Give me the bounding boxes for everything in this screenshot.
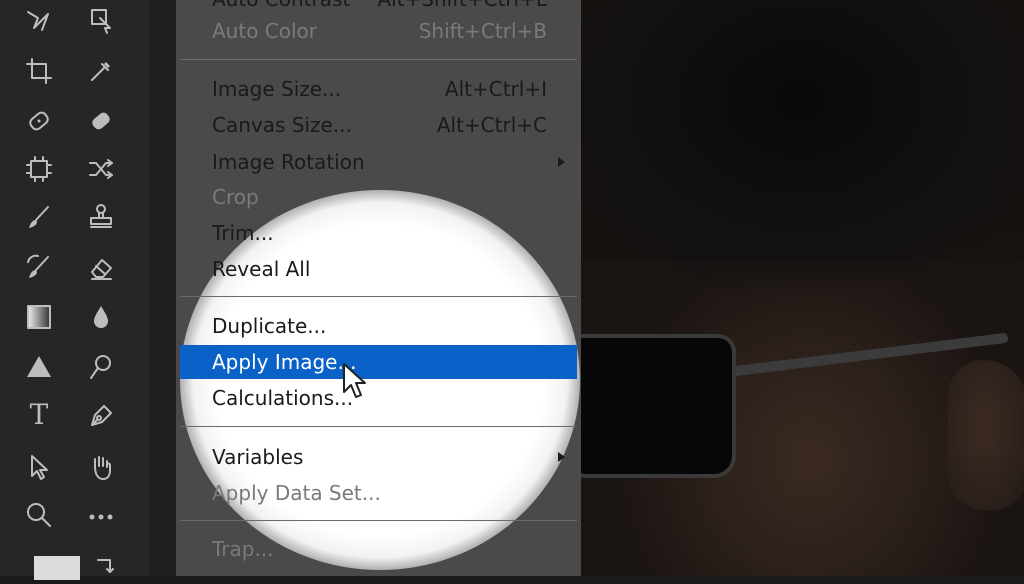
- menu-item-label: Canvas Size...: [212, 113, 352, 137]
- document-canvas[interactable]: [580, 0, 1024, 576]
- menu-item-label: Trim...: [212, 221, 274, 245]
- menu-item-duplicate[interactable]: Duplicate...: [180, 309, 577, 343]
- menu-item-label: Trap...: [212, 537, 274, 561]
- select-arrow-icon[interactable]: [22, 450, 56, 484]
- submenu-arrow-icon: [558, 157, 565, 167]
- hand-icon[interactable]: [84, 450, 118, 484]
- more-tools-icon[interactable]: [84, 500, 118, 534]
- bandage-icon[interactable]: [84, 104, 118, 138]
- crop-icon[interactable]: [22, 54, 56, 88]
- toolbar-divider: [150, 0, 176, 576]
- menu-item-apply-data-set[interactable]: Apply Data Set...: [180, 476, 577, 510]
- eyedropper-icon[interactable]: [84, 54, 118, 88]
- menu-separator: [180, 59, 577, 60]
- swap-colors-icon[interactable]: [88, 550, 122, 584]
- menu-item-label: Image Rotation: [212, 150, 365, 174]
- artboard-icon[interactable]: [84, 4, 118, 38]
- menu-item-label: Variables: [212, 445, 304, 469]
- foreground-color-swatch[interactable]: [34, 556, 80, 580]
- menu-item-label: Duplicate...: [212, 314, 327, 338]
- menu-item-auto-color[interactable]: Auto Color Shift+Ctrl+B: [180, 14, 577, 48]
- menu-item-label: Calculations...: [212, 386, 354, 410]
- menu-item-image-size[interactable]: Image Size... Alt+Ctrl+I: [180, 72, 577, 106]
- type-glyph: T: [29, 398, 49, 431]
- history-brush-icon[interactable]: [22, 250, 56, 284]
- menu-item-label: Crop: [212, 185, 259, 209]
- menu-item-shortcut: Shift+Ctrl+B: [418, 19, 547, 43]
- dodge-icon[interactable]: [84, 350, 118, 384]
- photo-ear: [948, 360, 1024, 510]
- gradient-icon[interactable]: [22, 300, 56, 334]
- menu-item-crop[interactable]: Crop: [180, 180, 577, 214]
- menu-item-shortcut: Alt+Ctrl+I: [444, 77, 547, 101]
- tools-panel: T: [0, 0, 150, 580]
- menu-separator: [180, 426, 577, 427]
- menu-item-reveal-all[interactable]: Reveal All: [180, 252, 577, 286]
- menu-item-calculations[interactable]: Calculations...: [180, 381, 577, 415]
- menu-item-label: Image Size...: [212, 77, 342, 101]
- menu-item-label: Apply Image...: [212, 350, 357, 374]
- menu-item-label: Reveal All: [212, 257, 311, 281]
- photo-glasses-lens: [580, 334, 736, 478]
- submenu-arrow-icon: [558, 452, 565, 462]
- menu-item-trap[interactable]: Trap...: [180, 532, 577, 566]
- menu-item-canvas-size[interactable]: Canvas Size... Alt+Ctrl+C: [180, 108, 577, 142]
- pen-icon[interactable]: [84, 398, 118, 432]
- menu-item-trim[interactable]: Trim...: [180, 216, 577, 250]
- content-aware-icon[interactable]: [22, 152, 56, 186]
- menu-item-variables[interactable]: Variables: [180, 440, 577, 474]
- menu-item-apply-image[interactable]: Apply Image...: [180, 345, 577, 379]
- menu-item-label: Auto Color: [212, 19, 318, 43]
- mouse-cursor-icon: [343, 363, 366, 398]
- brush-icon[interactable]: [22, 200, 56, 234]
- menu-item-image-rotation[interactable]: Image Rotation: [180, 145, 577, 179]
- photo-hair: [580, 0, 1024, 310]
- menu-item-shortcut: Alt+Ctrl+C: [436, 113, 547, 137]
- eraser-icon[interactable]: [84, 250, 118, 284]
- shuffle-icon[interactable]: [84, 152, 118, 186]
- zoom-icon[interactable]: [22, 498, 56, 532]
- menu-separator: [180, 520, 577, 521]
- blur-drop-icon[interactable]: [84, 300, 118, 334]
- menu-item-label: Apply Data Set...: [212, 481, 381, 505]
- menu-separator: [180, 296, 577, 297]
- stamp-icon[interactable]: [84, 200, 118, 234]
- type-icon[interactable]: T: [22, 398, 56, 432]
- triangle-shape-icon[interactable]: [22, 350, 56, 384]
- spot-healing-icon[interactable]: [22, 104, 56, 138]
- magic-lasso-icon[interactable]: [22, 4, 56, 38]
